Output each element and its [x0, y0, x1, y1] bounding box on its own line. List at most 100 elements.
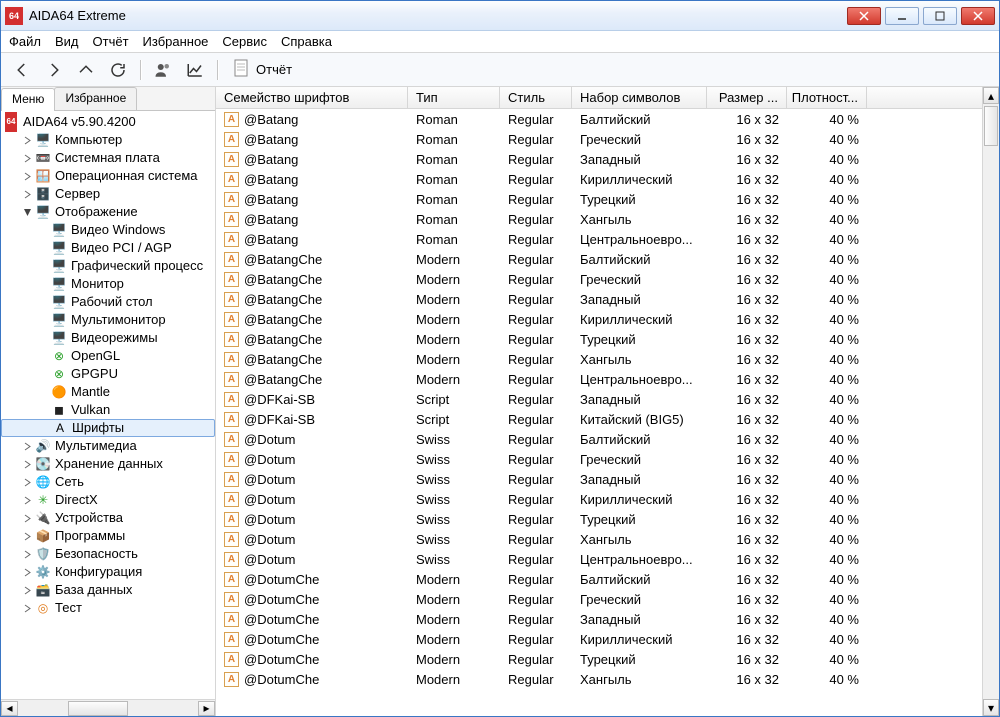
table-row[interactable]: A@BatangCheModernRegularТурецкий16 x 324…: [216, 329, 999, 349]
menu-report[interactable]: Отчёт: [93, 34, 129, 49]
disclosure-icon[interactable]: [21, 188, 33, 200]
disclosure-icon[interactable]: [21, 584, 33, 596]
tree-item[interactable]: 🟠Mantle: [1, 383, 215, 401]
rows-container[interactable]: A@BatangRomanRegularБалтийский16 x 3240 …: [216, 109, 999, 716]
table-row[interactable]: A@DotumCheModernRegularТурецкий16 x 3240…: [216, 649, 999, 669]
disclosure-icon[interactable]: [21, 458, 33, 470]
table-row[interactable]: A@DFKai-SBScriptRegularКитайский (BIG5)1…: [216, 409, 999, 429]
table-row[interactable]: A@BatangCheModernRegularГреческий16 x 32…: [216, 269, 999, 289]
tree-item[interactable]: 📦Программы: [1, 527, 215, 545]
table-row[interactable]: A@BatangRomanRegularБалтийский16 x 3240 …: [216, 109, 999, 129]
col-density[interactable]: Плотност...: [787, 87, 867, 108]
tree-item[interactable]: 🖥️Видео Windows: [1, 221, 215, 239]
tree-item[interactable]: 💽Хранение данных: [1, 455, 215, 473]
disclosure-icon[interactable]: [21, 512, 33, 524]
table-row[interactable]: A@BatangRomanRegularТурецкий16 x 3240 %: [216, 189, 999, 209]
table-row[interactable]: A@DotumCheModernRegularХангыль16 x 3240 …: [216, 669, 999, 689]
col-size[interactable]: Размер ...: [707, 87, 787, 108]
table-row[interactable]: A@BatangCheModernRegularЗападный16 x 324…: [216, 289, 999, 309]
menu-tools[interactable]: Сервис: [222, 34, 267, 49]
tree-item[interactable]: 🖥️Компьютер: [1, 131, 215, 149]
disclosure-icon[interactable]: [21, 548, 33, 560]
scroll-thumb[interactable]: [984, 106, 998, 146]
table-row[interactable]: A@DotumSwissRegularХангыль16 x 3240 %: [216, 529, 999, 549]
disclosure-icon[interactable]: [21, 494, 33, 506]
tab-menu[interactable]: Меню: [1, 88, 55, 111]
scroll-right-icon[interactable]: ▸: [198, 701, 215, 716]
graph-button[interactable]: [180, 56, 210, 84]
user-button[interactable]: [148, 56, 178, 84]
menu-view[interactable]: Вид: [55, 34, 79, 49]
tree-item[interactable]: 🖥️Отображение: [1, 203, 215, 221]
table-row[interactable]: A@DotumSwissRegularКириллический16 x 324…: [216, 489, 999, 509]
table-row[interactable]: A@BatangRomanRegularГреческий16 x 3240 %: [216, 129, 999, 149]
col-family[interactable]: Семейство шрифтов: [216, 87, 408, 108]
tree-item[interactable]: ⚙️Конфигурация: [1, 563, 215, 581]
scroll-down-icon[interactable]: ▾: [983, 699, 999, 716]
tree-item[interactable]: ⊗OpenGL: [1, 347, 215, 365]
tree-item[interactable]: 🔌Устройства: [1, 509, 215, 527]
tree-item[interactable]: ⊗GPGPU: [1, 365, 215, 383]
forward-button[interactable]: [39, 56, 69, 84]
table-row[interactable]: A@BatangCheModernRegularБалтийский16 x 3…: [216, 249, 999, 269]
table-row[interactable]: A@BatangRomanRegularХангыль16 x 3240 %: [216, 209, 999, 229]
disclosure-icon[interactable]: [21, 170, 33, 182]
close-button[interactable]: [961, 7, 995, 25]
tree-item[interactable]: 🖥️Графический процесс: [1, 257, 215, 275]
table-row[interactable]: A@DotumCheModernRegularКириллический16 x…: [216, 629, 999, 649]
disclosure-icon[interactable]: [21, 440, 33, 452]
tree-root[interactable]: 64 AIDA64 v5.90.4200: [1, 113, 215, 131]
table-row[interactable]: A@DotumCheModernRegularЗападный16 x 3240…: [216, 609, 999, 629]
tree-item[interactable]: 📼Системная плата: [1, 149, 215, 167]
back-button[interactable]: [7, 56, 37, 84]
scroll-up-icon[interactable]: ▴: [983, 87, 999, 104]
table-row[interactable]: A@DotumSwissRegularТурецкий16 x 3240 %: [216, 509, 999, 529]
disclosure-icon[interactable]: [21, 152, 33, 164]
table-row[interactable]: A@DotumCheModernRegularГреческий16 x 324…: [216, 589, 999, 609]
col-type[interactable]: Тип: [408, 87, 500, 108]
scroll-left-icon[interactable]: ◂: [1, 701, 18, 716]
disclosure-icon[interactable]: [21, 530, 33, 542]
tree-item[interactable]: AШрифты: [1, 419, 215, 437]
menu-favorites[interactable]: Избранное: [143, 34, 209, 49]
maximize-button[interactable]: [923, 7, 957, 25]
tree-item[interactable]: 🔊Мультимедиа: [1, 437, 215, 455]
report-button[interactable]: Отчёт: [225, 56, 301, 84]
tree-item[interactable]: 🗄️Сервер: [1, 185, 215, 203]
col-style[interactable]: Стиль: [500, 87, 572, 108]
scroll-thumb[interactable]: [68, 701, 128, 716]
table-row[interactable]: A@BatangRomanRegularЦентральноевро...16 …: [216, 229, 999, 249]
up-button[interactable]: [71, 56, 101, 84]
table-row[interactable]: A@DotumSwissRegularБалтийский16 x 3240 %: [216, 429, 999, 449]
tree-item[interactable]: 🖥️Видеорежимы: [1, 329, 215, 347]
disclosure-icon[interactable]: [21, 206, 33, 218]
disclosure-icon[interactable]: [21, 566, 33, 578]
table-row[interactable]: A@DotumSwissRegularГреческий16 x 3240 %: [216, 449, 999, 469]
tree-item[interactable]: ◼Vulkan: [1, 401, 215, 419]
disclosure-icon[interactable]: [21, 134, 33, 146]
table-row[interactable]: A@BatangCheModernRegularКириллический16 …: [216, 309, 999, 329]
inner-close-button[interactable]: [847, 7, 881, 25]
disclosure-icon[interactable]: [21, 602, 33, 614]
table-row[interactable]: A@BatangCheModernRegularЦентральноевро..…: [216, 369, 999, 389]
tree-item[interactable]: ✳DirectX: [1, 491, 215, 509]
tree-item[interactable]: 🌐Сеть: [1, 473, 215, 491]
menu-help[interactable]: Справка: [281, 34, 332, 49]
tree-item[interactable]: 🖥️Рабочий стол: [1, 293, 215, 311]
tree-item[interactable]: 🖥️Видео PCI / AGP: [1, 239, 215, 257]
col-charset[interactable]: Набор символов: [572, 87, 707, 108]
tree-item[interactable]: 🗃️База данных: [1, 581, 215, 599]
table-row[interactable]: A@BatangRomanRegularЗападный16 x 3240 %: [216, 149, 999, 169]
tree-item[interactable]: ◎Тест: [1, 599, 215, 617]
table-row[interactable]: A@BatangRomanRegularКириллический16 x 32…: [216, 169, 999, 189]
tree-item[interactable]: 🖥️Мультимонитор: [1, 311, 215, 329]
tab-favorites[interactable]: Избранное: [54, 87, 137, 110]
menu-file[interactable]: Файл: [9, 34, 41, 49]
table-row[interactable]: A@DotumSwissRegularЗападный16 x 3240 %: [216, 469, 999, 489]
tree-item[interactable]: 🛡️Безопасность: [1, 545, 215, 563]
disclosure-icon[interactable]: [21, 476, 33, 488]
table-row[interactable]: A@BatangCheModernRegularХангыль16 x 3240…: [216, 349, 999, 369]
table-row[interactable]: A@DotumSwissRegularЦентральноевро...16 x…: [216, 549, 999, 569]
content-vscrollbar[interactable]: ▴ ▾: [982, 87, 999, 716]
tree-hscrollbar[interactable]: ◂ ▸: [1, 699, 215, 716]
